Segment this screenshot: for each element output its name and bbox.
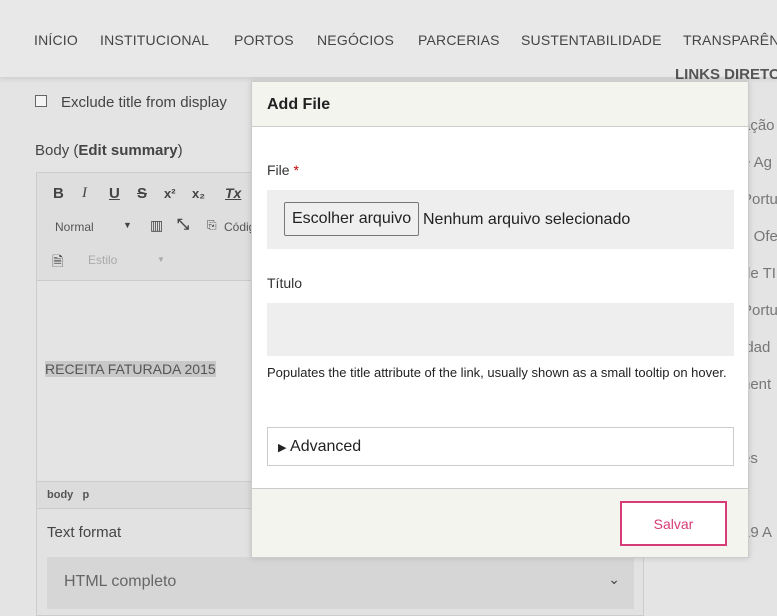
content-text[interactable]: RECEITA FATURADA 2015 <box>45 361 216 377</box>
exclude-title-label: Exclude title from display <box>61 94 227 111</box>
choose-file-button[interactable]: Escolher arquivo <box>284 202 420 236</box>
superscript-button[interactable]: x² <box>164 186 176 201</box>
rich-text-editor: B I U S x² x₂ Tx Normal ▼ ▥ ⤡ ⎘ Código 🗎… <box>36 172 266 509</box>
subscript-button[interactable]: x₂ <box>192 186 205 201</box>
advanced-toggle[interactable]: ▶ Advanced <box>267 427 734 466</box>
titulo-help-text: Populates the title attribute of the lin… <box>267 365 727 380</box>
body-label: Body (Edit summary) <box>35 142 183 159</box>
file-input: Escolher arquivo Nenhum arquivo selecion… <box>267 190 734 249</box>
text-format-value: HTML completo <box>64 573 177 590</box>
editor-toolbar: B I U S x² x₂ Tx Normal ▼ ▥ ⤡ ⎘ Código 🗎… <box>37 173 265 281</box>
bold-button[interactable]: B <box>53 185 64 202</box>
show-blocks-icon[interactable]: ▥ <box>150 217 163 234</box>
chevron-down-icon: ▼ <box>157 255 165 264</box>
nav-parcerias[interactable]: PARCERIAS <box>418 32 500 48</box>
titulo-input[interactable] <box>267 303 734 356</box>
body-label-text: Body ( <box>35 142 79 159</box>
strikethrough-button[interactable]: S <box>137 185 147 202</box>
titulo-label: Título <box>267 275 303 291</box>
source-icon[interactable]: ⎘ <box>207 218 217 233</box>
path-body[interactable]: body <box>47 489 73 501</box>
element-path: body p <box>37 481 265 509</box>
text-format-label: Text format <box>47 524 122 541</box>
nav-institucional[interactable]: INSTITUCIONAL <box>100 32 209 48</box>
editor-content[interactable]: RECEITA FATURADA 2015 <box>37 281 265 481</box>
body-label-end: ) <box>177 142 183 159</box>
document-icon: 🗎 <box>52 253 64 269</box>
dialog-title: Add File <box>252 82 748 127</box>
maximize-icon[interactable]: ⤡ <box>177 216 189 233</box>
edit-summary-link[interactable]: Edit summary <box>78 142 177 159</box>
file-label: File * <box>267 162 299 178</box>
format-dropdown[interactable]: Normal <box>55 220 94 234</box>
chevron-down-icon: ⌄ <box>608 571 620 587</box>
exclude-title-checkbox[interactable] <box>35 95 47 107</box>
advanced-label: Advanced <box>290 438 362 455</box>
path-p[interactable]: p <box>82 489 89 501</box>
triangle-right-icon: ▶ <box>278 442 287 454</box>
no-file-text: Nenhum arquivo selecionado <box>423 211 631 228</box>
nav-sustentabilidade[interactable]: SUSTENTABILIDADE <box>521 32 662 48</box>
text-format-select[interactable]: HTML completo ⌄ <box>47 557 634 609</box>
save-button[interactable]: Salvar <box>620 501 727 546</box>
nav-transparencia[interactable]: TRANSPARÊNCIA <box>683 32 777 48</box>
top-navigation: INÍCIO INSTITUCIONAL PORTOS NEGÓCIOS PAR… <box>0 0 777 78</box>
italic-button[interactable]: I <box>82 185 87 202</box>
nav-negocios[interactable]: NEGÓCIOS <box>317 32 394 48</box>
nav-inicio[interactable]: INÍCIO <box>34 32 78 48</box>
remove-format-button[interactable]: Tx <box>225 185 241 201</box>
style-dropdown[interactable]: Estilo <box>88 253 117 267</box>
chevron-down-icon: ▼ <box>123 220 132 230</box>
required-marker: * <box>293 162 299 178</box>
dialog-footer: Salvar <box>252 488 748 557</box>
underline-button[interactable]: U <box>109 185 120 202</box>
file-label-text: File <box>267 162 290 178</box>
nav-portos[interactable]: PORTOS <box>234 32 294 48</box>
add-file-dialog: Add File File * Escolher arquivo Nenhum … <box>251 81 749 558</box>
